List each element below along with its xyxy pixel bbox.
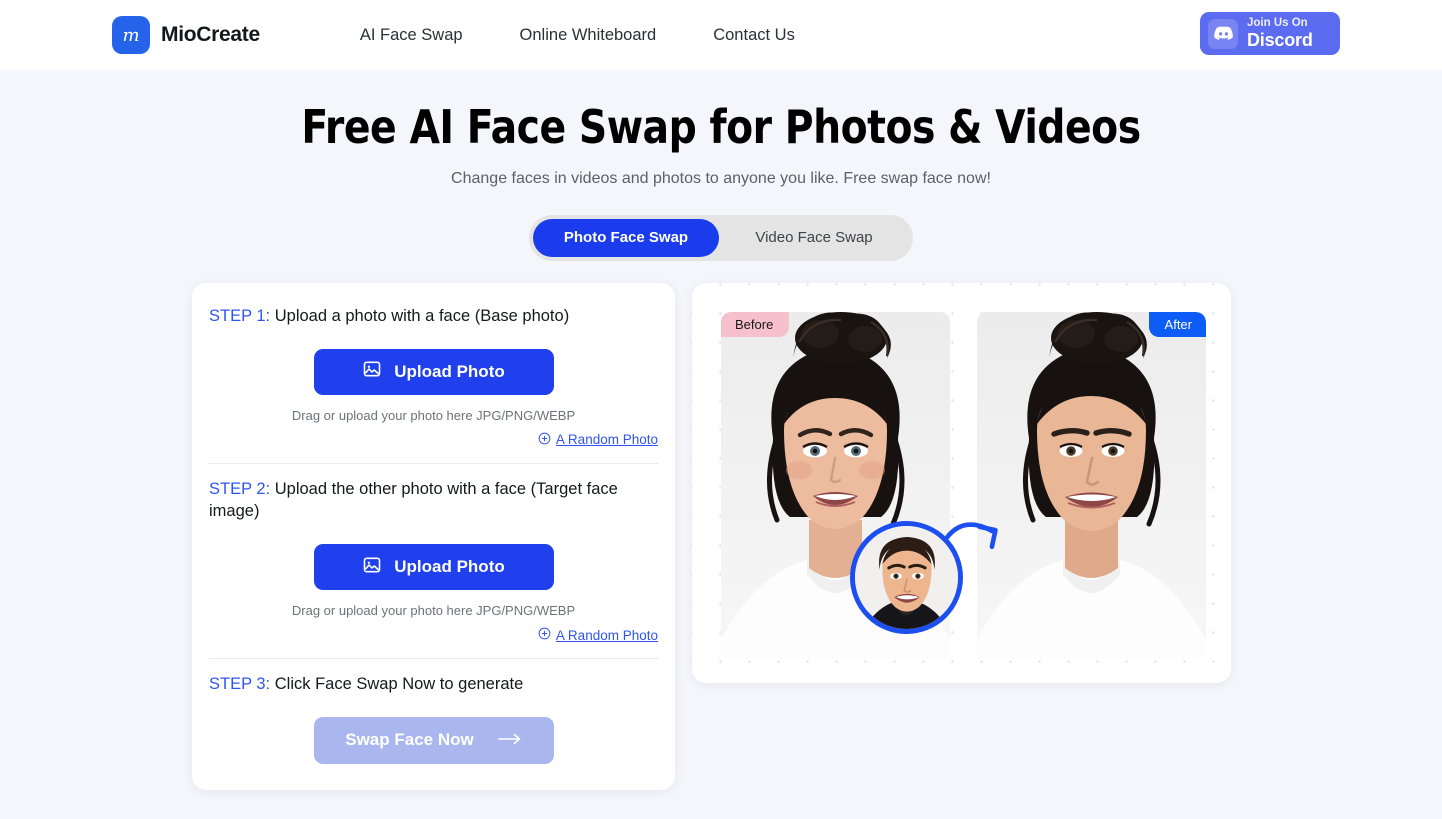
steps-panel: STEP 1: Upload a photo with a face (Base… xyxy=(192,282,675,790)
step-2-description: Upload the other photo with a face (Targ… xyxy=(209,479,618,521)
step-1-random-photo-label: A Random Photo xyxy=(555,432,658,448)
plus-circle-icon xyxy=(538,627,551,643)
main-nav: AI Face Swap Online Whiteboard Contact U… xyxy=(360,26,795,45)
after-photo: After xyxy=(977,311,1206,659)
step-3-description: Click Face Swap Now to generate xyxy=(274,675,524,694)
miocreate-m-logo-icon: m xyxy=(112,16,150,54)
step-1-block: STEP 1: Upload a photo with a face (Base… xyxy=(209,305,658,464)
arrow-right-icon xyxy=(497,730,522,750)
nav-item-contact-us[interactable]: Contact Us xyxy=(713,26,795,45)
step-2-hint: Drag or upload your photo here JPG/PNG/W… xyxy=(291,603,576,619)
discord-top-label: Join Us On xyxy=(1247,16,1308,29)
tab-video-face-swap[interactable]: Video Face Swap xyxy=(719,219,909,257)
step-2-block: STEP 2: Upload the other photo with a fa… xyxy=(209,464,658,660)
step-3-title: STEP 3: Click Face Swap Now to generate xyxy=(209,673,658,695)
brand-logo[interactable]: m MioCreate xyxy=(112,16,260,54)
nav-item-ai-face-swap[interactable]: AI Face Swap xyxy=(360,26,463,45)
step-2-random-photo-label: A Random Photo xyxy=(555,627,658,643)
image-upload-icon xyxy=(362,555,382,580)
source-face-thumbnail xyxy=(850,520,963,634)
step-1-random-row: A Random Photo xyxy=(209,432,658,448)
step-1-description: Upload a photo with a face (Base photo) xyxy=(274,306,570,325)
step-2-random-row: A Random Photo xyxy=(209,627,658,643)
discord-button-text: Join Us On Discord xyxy=(1247,16,1313,51)
discord-bottom-label: Discord xyxy=(1247,30,1313,51)
discord-icon xyxy=(1208,18,1238,49)
step-3-block: STEP 3: Click Face Swap Now to generate … xyxy=(209,659,658,764)
swap-face-now-label: Swap Face Now xyxy=(345,730,474,750)
nav-item-online-whiteboard[interactable]: Online Whiteboard xyxy=(520,26,657,45)
before-badge: Before xyxy=(721,311,790,337)
step-2-upload-photo-button[interactable]: Upload Photo xyxy=(313,544,554,591)
step-1-upload-label: Upload Photo xyxy=(394,361,505,381)
page-subtitle: Change faces in videos and photos to any… xyxy=(451,169,991,187)
plus-circle-icon xyxy=(538,432,551,448)
main-content: STEP 1: Upload a photo with a face (Base… xyxy=(0,282,1442,790)
mode-toggle: Photo Face Swap Video Face Swap xyxy=(529,214,913,261)
image-upload-icon xyxy=(362,359,382,384)
step-1-upload-photo-button[interactable]: Upload Photo xyxy=(313,348,554,395)
step-1-hint: Drag or upload your photo here JPG/PNG/W… xyxy=(291,407,576,423)
tab-photo-face-swap[interactable]: Photo Face Swap xyxy=(533,218,719,257)
step-2-random-photo-link[interactable]: A Random Photo xyxy=(538,627,658,643)
step-1-number: STEP 1: xyxy=(209,306,271,325)
join-discord-button[interactable]: Join Us On Discord xyxy=(1200,12,1340,55)
brand-name: MioCreate xyxy=(161,23,260,46)
step-1-title: STEP 1: Upload a photo with a face (Base… xyxy=(209,305,658,327)
step-2-number: STEP 2: xyxy=(209,479,271,498)
site-header: m MioCreate AI Face Swap Online Whiteboa… xyxy=(0,0,1442,70)
svg-text:m: m xyxy=(122,25,139,46)
swap-face-now-button[interactable]: Swap Face Now xyxy=(313,716,554,764)
page-title: Free AI Face Swap for Photos & Videos xyxy=(301,100,1141,154)
step-3-number: STEP 3: xyxy=(209,675,271,694)
hero-section: Free AI Face Swap for Photos & Videos Ch… xyxy=(0,70,1442,261)
preview-panel: Before After xyxy=(692,282,1231,683)
step-1-random-photo-link[interactable]: A Random Photo xyxy=(538,432,658,448)
after-badge: After xyxy=(1148,311,1206,337)
step-2-title: STEP 2: Upload the other photo with a fa… xyxy=(209,478,658,523)
step-2-upload-label: Upload Photo xyxy=(394,557,505,577)
